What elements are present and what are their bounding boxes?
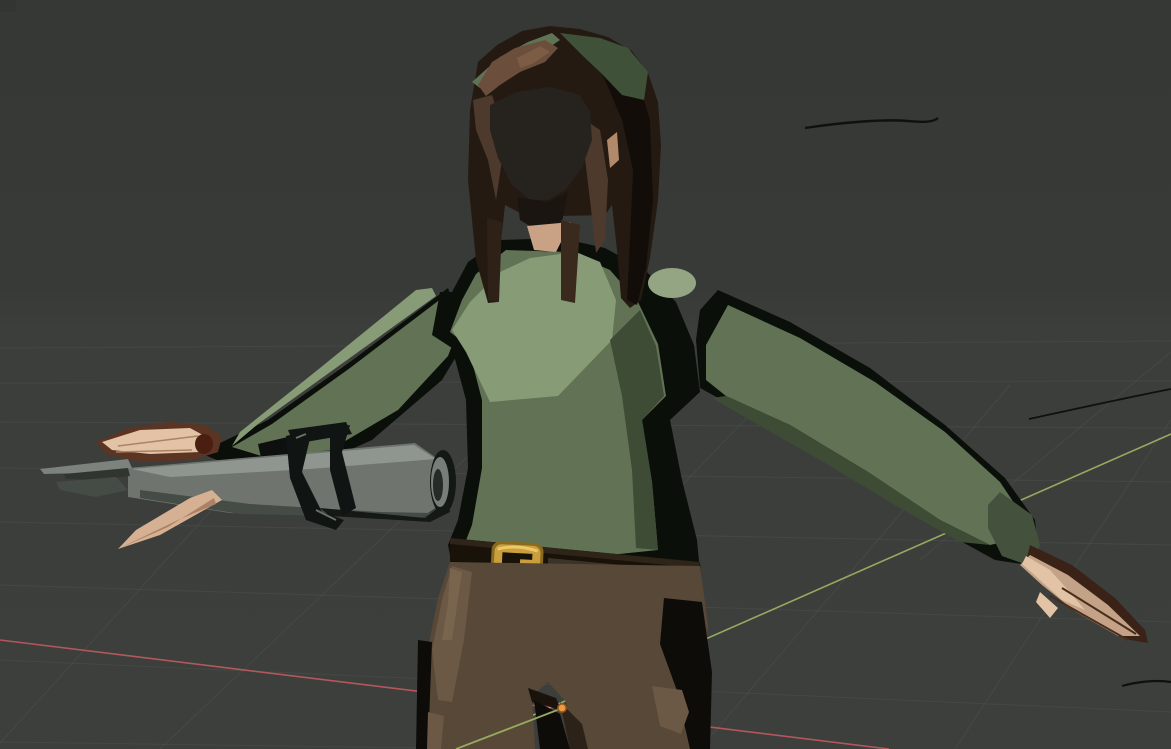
shoulder-highlight-spot: [648, 268, 696, 298]
device-back-core: [433, 469, 443, 501]
left-leg-light-low: [427, 712, 444, 749]
head[interactable]: [468, 26, 661, 308]
origin-dot[interactable]: [559, 705, 566, 712]
corner-patch: [0, 0, 16, 12]
sleeve-opening: [195, 434, 213, 454]
viewport-canvas[interactable]: [0, 0, 1171, 749]
viewport[interactable]: [0, 0, 1171, 749]
